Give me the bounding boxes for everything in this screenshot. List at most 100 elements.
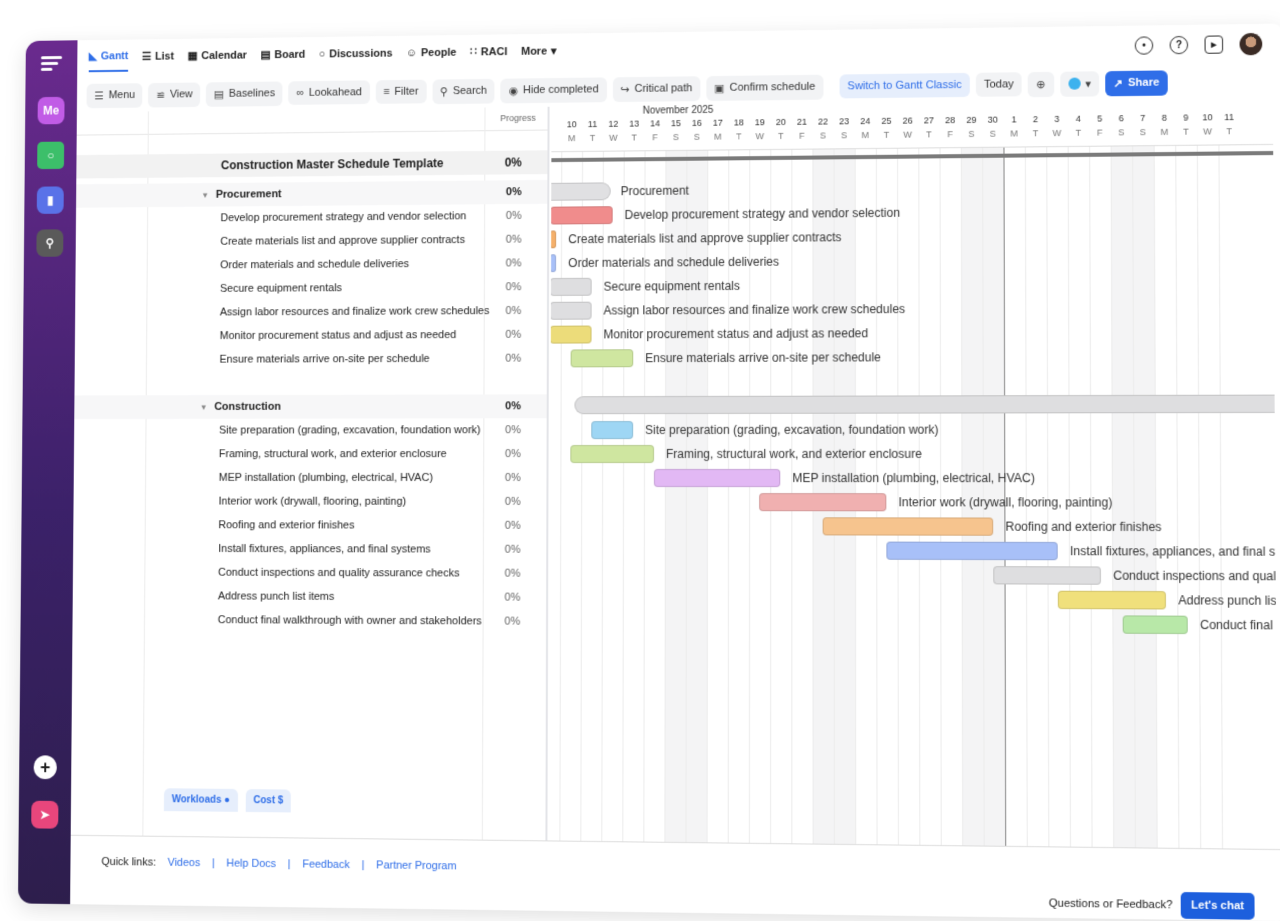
- avatar[interactable]: [1239, 32, 1263, 56]
- search-button[interactable]: ⚲ Search: [432, 78, 495, 104]
- task-row[interactable]: Conduct final walkthrough with owner and…: [72, 608, 546, 634]
- tab-people[interactable]: ☺ People: [406, 45, 456, 68]
- day-header: 14 F: [645, 118, 666, 142]
- task-name: MEP installation (plumbing, electrical, …: [219, 472, 433, 484]
- me-button[interactable]: Me: [37, 96, 65, 125]
- menu-button[interactable]: ☰ Menu: [86, 82, 143, 108]
- search-icon[interactable]: ⚲: [36, 229, 64, 257]
- timeline-header: November 2025 10 M 11 T 12 W 13 T 14 F 15 S 16 S 17 M 18…: [551, 98, 1274, 153]
- project-title-row[interactable]: Construction Master Schedule Template 0%: [76, 150, 548, 179]
- task-bar[interactable]: [822, 517, 994, 536]
- task-bar[interactable]: [549, 301, 592, 320]
- task-row[interactable]: Develop procurement strategy and vendor …: [76, 204, 547, 231]
- bar-label: Roofing and exterior finishes: [1005, 519, 1162, 535]
- baselines-button[interactable]: ▤ Baselines: [206, 80, 283, 107]
- confirm-schedule-button[interactable]: ▣ Confirm schedule: [706, 74, 824, 101]
- task-bar[interactable]: [1057, 590, 1166, 610]
- lets-chat-button[interactable]: Let's chat: [1180, 892, 1255, 920]
- switch-classic-button[interactable]: Switch to Gantt Classic: [839, 72, 970, 99]
- tab-calendar[interactable]: ▦ Calendar: [187, 48, 247, 71]
- task-row[interactable]: Roofing and exterior finishes 0%: [73, 513, 546, 538]
- task-bar[interactable]: [570, 445, 655, 464]
- rocket-icon[interactable]: ➤: [31, 800, 59, 829]
- critical-path-button[interactable]: ↪ Critical path: [612, 75, 701, 102]
- hide-completed-button[interactable]: ◉ Hide completed: [500, 76, 607, 103]
- reports-icon[interactable]: ▮: [36, 186, 64, 214]
- task-row[interactable]: Conduct inspections and quality assuranc…: [73, 560, 546, 585]
- weekday-letter: T: [883, 129, 890, 140]
- day-number: 8: [1161, 112, 1167, 123]
- tab-list[interactable]: ☰ List: [142, 49, 174, 72]
- task-bar[interactable]: [550, 254, 557, 273]
- task-row[interactable]: Secure equipment rentals 0%: [75, 275, 547, 301]
- task-label: Conduct final walkthrough with owner and…: [217, 614, 482, 628]
- task-row[interactable]: Interior work (drywall, flooring, painti…: [73, 490, 546, 514]
- collapse-icon[interactable]: ▼: [201, 191, 209, 200]
- task-bar[interactable]: [550, 230, 557, 249]
- task-label: MEP installation (plumbing, electrical, …: [218, 471, 433, 484]
- bar-label: Install fixtures, appliances, and final …: [1069, 544, 1278, 559]
- link-partner-program[interactable]: Partner Program: [376, 859, 456, 872]
- chat-icon[interactable]: ○: [37, 141, 65, 170]
- task-name: Construction Master Schedule Template: [221, 156, 444, 172]
- cost-tab[interactable]: Cost $: [245, 789, 292, 813]
- task-row[interactable]: Ensure materials arrive on-site per sche…: [75, 347, 547, 372]
- share-button[interactable]: ↗ Share: [1105, 69, 1168, 96]
- tab-gantt[interactable]: ◣ Gantt: [88, 49, 129, 73]
- tab-label: RACI: [480, 45, 508, 58]
- group-summary-bar[interactable]: [549, 182, 611, 201]
- task-row[interactable]: Site preparation (grading, excavation, f…: [74, 418, 547, 442]
- critical-path-label: Critical path: [634, 82, 693, 95]
- cost-label: Cost: [253, 795, 276, 807]
- progress-column-header[interactable]: Progress: [500, 113, 536, 123]
- task-row[interactable]: Framing, structural work, and exterior e…: [74, 442, 547, 466]
- task-bar[interactable]: [549, 325, 592, 344]
- tab-raci[interactable]: ∷ RACI: [470, 44, 507, 67]
- zoom-in-button[interactable]: ⊕: [1027, 71, 1054, 97]
- task-row[interactable]: MEP installation (plumbing, electrical, …: [74, 466, 547, 490]
- collapse-icon[interactable]: ▼: [200, 403, 208, 412]
- task-bar[interactable]: [1122, 615, 1188, 635]
- video-icon[interactable]: ▸: [1204, 35, 1224, 54]
- task-bar[interactable]: [591, 421, 634, 440]
- progress-value: 0%: [505, 424, 521, 437]
- add-icon[interactable]: +: [33, 755, 57, 780]
- link-feedback[interactable]: Feedback: [302, 858, 350, 871]
- task-row[interactable]: Assign labor resources and finalize work…: [75, 299, 547, 325]
- task-row[interactable]: Monitor procurement status and adjust as…: [75, 323, 547, 349]
- task-bar[interactable]: [993, 566, 1101, 585]
- task-bar[interactable]: [759, 493, 887, 512]
- task-bar[interactable]: [549, 277, 592, 296]
- tab-more[interactable]: More ▾: [521, 43, 556, 66]
- link-videos[interactable]: Videos: [168, 857, 201, 869]
- task-bar[interactable]: [570, 349, 634, 368]
- task-bar[interactable]: [550, 206, 613, 225]
- task-name: Framing, structural work, and exterior e…: [219, 448, 447, 460]
- lookahead-button[interactable]: ∞ Lookahead: [288, 80, 370, 105]
- task-row[interactable]: Create materials list and approve suppli…: [76, 228, 548, 255]
- color-picker[interactable]: ▾: [1059, 70, 1100, 97]
- tab-discussions[interactable]: ○ Discussions: [319, 46, 393, 70]
- tab-board[interactable]: ▤ Board: [260, 47, 305, 70]
- group-row[interactable]: ▼ Construction 0%: [74, 394, 547, 419]
- task-bar[interactable]: [886, 541, 1058, 561]
- search-icon: ⚲: [439, 85, 448, 98]
- today-button[interactable]: Today: [975, 72, 1022, 97]
- task-label: Address punch list items: [217, 590, 335, 603]
- help-icon[interactable]: ?: [1169, 35, 1189, 55]
- timer-icon[interactable]: •: [1134, 36, 1154, 55]
- task-row[interactable]: Install fixtures, appliances, and final …: [73, 537, 546, 562]
- weekday-letter: S: [841, 130, 848, 141]
- bar-label: Framing, structural work, and exterior e…: [665, 446, 922, 461]
- link-help-docs[interactable]: Help Docs: [226, 858, 276, 871]
- task-label: Create materials list and approve suppli…: [220, 234, 466, 248]
- task-row[interactable]: Order materials and schedule deliveries 0…: [75, 251, 547, 278]
- workloads-tab[interactable]: Workloads ●: [163, 788, 238, 812]
- task-row[interactable]: Address punch list items 0%: [73, 584, 547, 610]
- filter-button[interactable]: ≡ Filter: [375, 79, 427, 104]
- questions-label: Questions or Feedback?: [1048, 897, 1173, 912]
- group-summary-bar[interactable]: [574, 394, 1278, 415]
- view-button[interactable]: ≌ View: [148, 82, 201, 108]
- task-bar[interactable]: [653, 468, 781, 488]
- day-header: 1M: [1003, 114, 1024, 138]
